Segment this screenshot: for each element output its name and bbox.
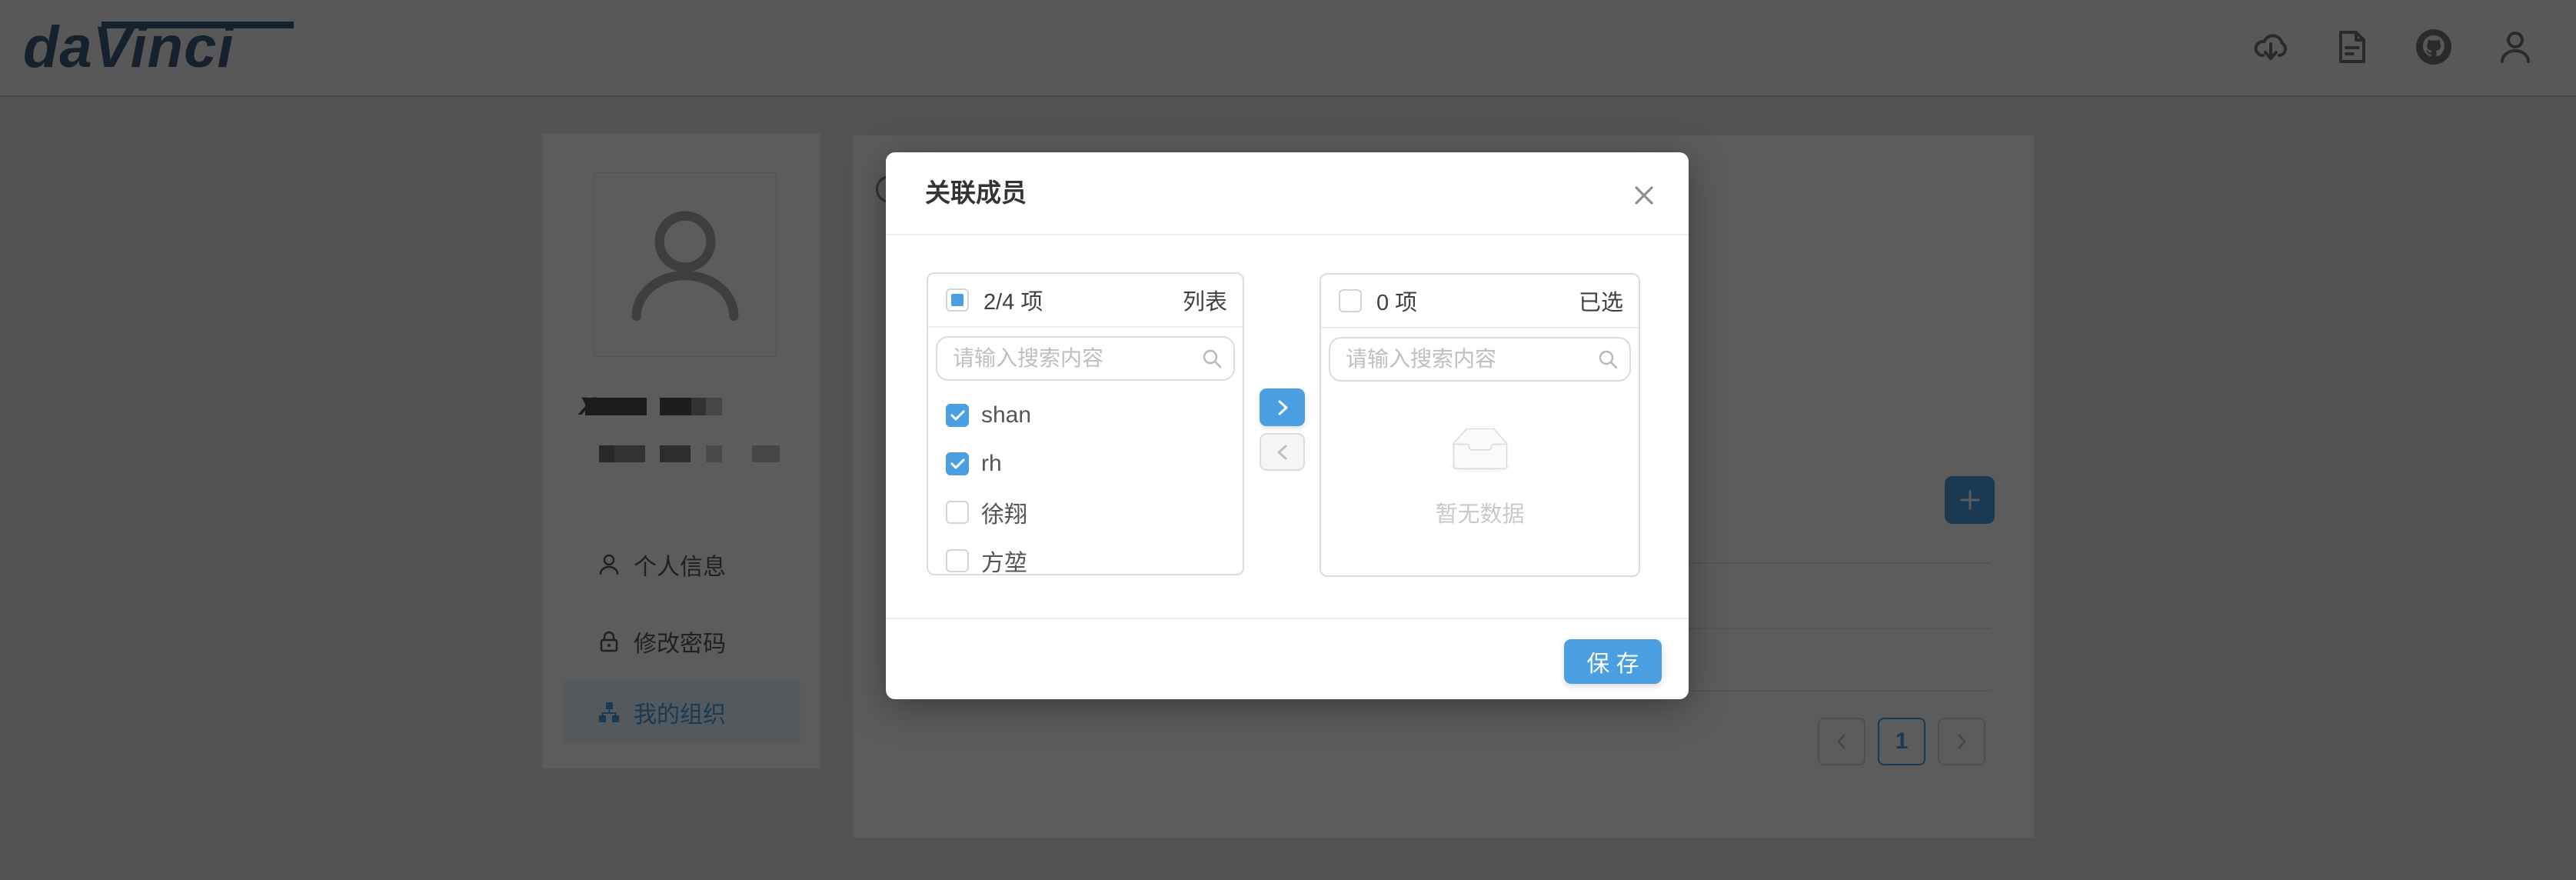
save-button[interactable]: 保 存: [1564, 639, 1662, 684]
close-button[interactable]: [1627, 178, 1661, 212]
empty-box-icon: [1443, 428, 1517, 476]
item-label: 徐翔: [981, 495, 1027, 529]
target-title: 已选: [1579, 285, 1623, 317]
check-icon: [950, 458, 965, 470]
source-title: 列表: [1183, 284, 1227, 316]
associate-members-modal: 关联成员 2/4 项 列表: [886, 152, 1689, 699]
item-label: 方堃: [981, 544, 1027, 575]
move-left-button[interactable]: [1260, 433, 1305, 471]
transfer-source-panel: 2/4 项 列表 shan: [927, 272, 1244, 575]
source-count: 2/4 项: [983, 284, 1043, 316]
list-item-shan[interactable]: shan: [928, 391, 1243, 439]
item-label: rh: [981, 451, 1002, 477]
empty-state: 暂无数据: [1321, 428, 1639, 528]
list-item-rh[interactable]: rh: [928, 439, 1243, 488]
item-checkbox[interactable]: [946, 452, 969, 475]
item-checkbox[interactable]: [946, 549, 969, 572]
transfer-target-panel: 0 项 已选 暂无数据: [1320, 273, 1640, 577]
target-search: [1329, 337, 1631, 382]
target-panel-header: 0 项 已选: [1321, 275, 1639, 328]
source-panel-header: 2/4 项 列表: [928, 274, 1243, 328]
modal-title: 关联成员: [925, 152, 1027, 234]
chevron-left-icon: [1274, 443, 1291, 462]
close-icon: [1632, 184, 1656, 207]
source-item-list: shan rh 徐翔 方堃: [928, 391, 1243, 574]
check-icon: [950, 409, 965, 422]
list-item-fangkun[interactable]: 方堃: [928, 536, 1243, 574]
chevron-right-icon: [1274, 398, 1291, 417]
modal-header: 关联成员: [886, 152, 1689, 235]
target-search-input[interactable]: [1329, 337, 1631, 382]
list-item-xuxiang[interactable]: 徐翔: [928, 488, 1243, 536]
source-search-input[interactable]: [936, 336, 1235, 381]
select-all-checkbox[interactable]: [1339, 289, 1362, 312]
empty-text: 暂无数据: [1435, 496, 1524, 528]
app-window: daVinci: [0, 0, 2576, 880]
modal-footer: 保 存: [886, 618, 1689, 699]
source-search: [936, 336, 1235, 381]
transfer-operations: [1260, 388, 1305, 471]
item-checkbox[interactable]: [946, 404, 969, 427]
item-label: shan: [981, 402, 1031, 428]
move-right-button[interactable]: [1260, 388, 1305, 426]
target-count: 0 项: [1376, 285, 1417, 317]
select-all-checkbox[interactable]: [946, 288, 969, 312]
item-checkbox[interactable]: [946, 501, 969, 524]
